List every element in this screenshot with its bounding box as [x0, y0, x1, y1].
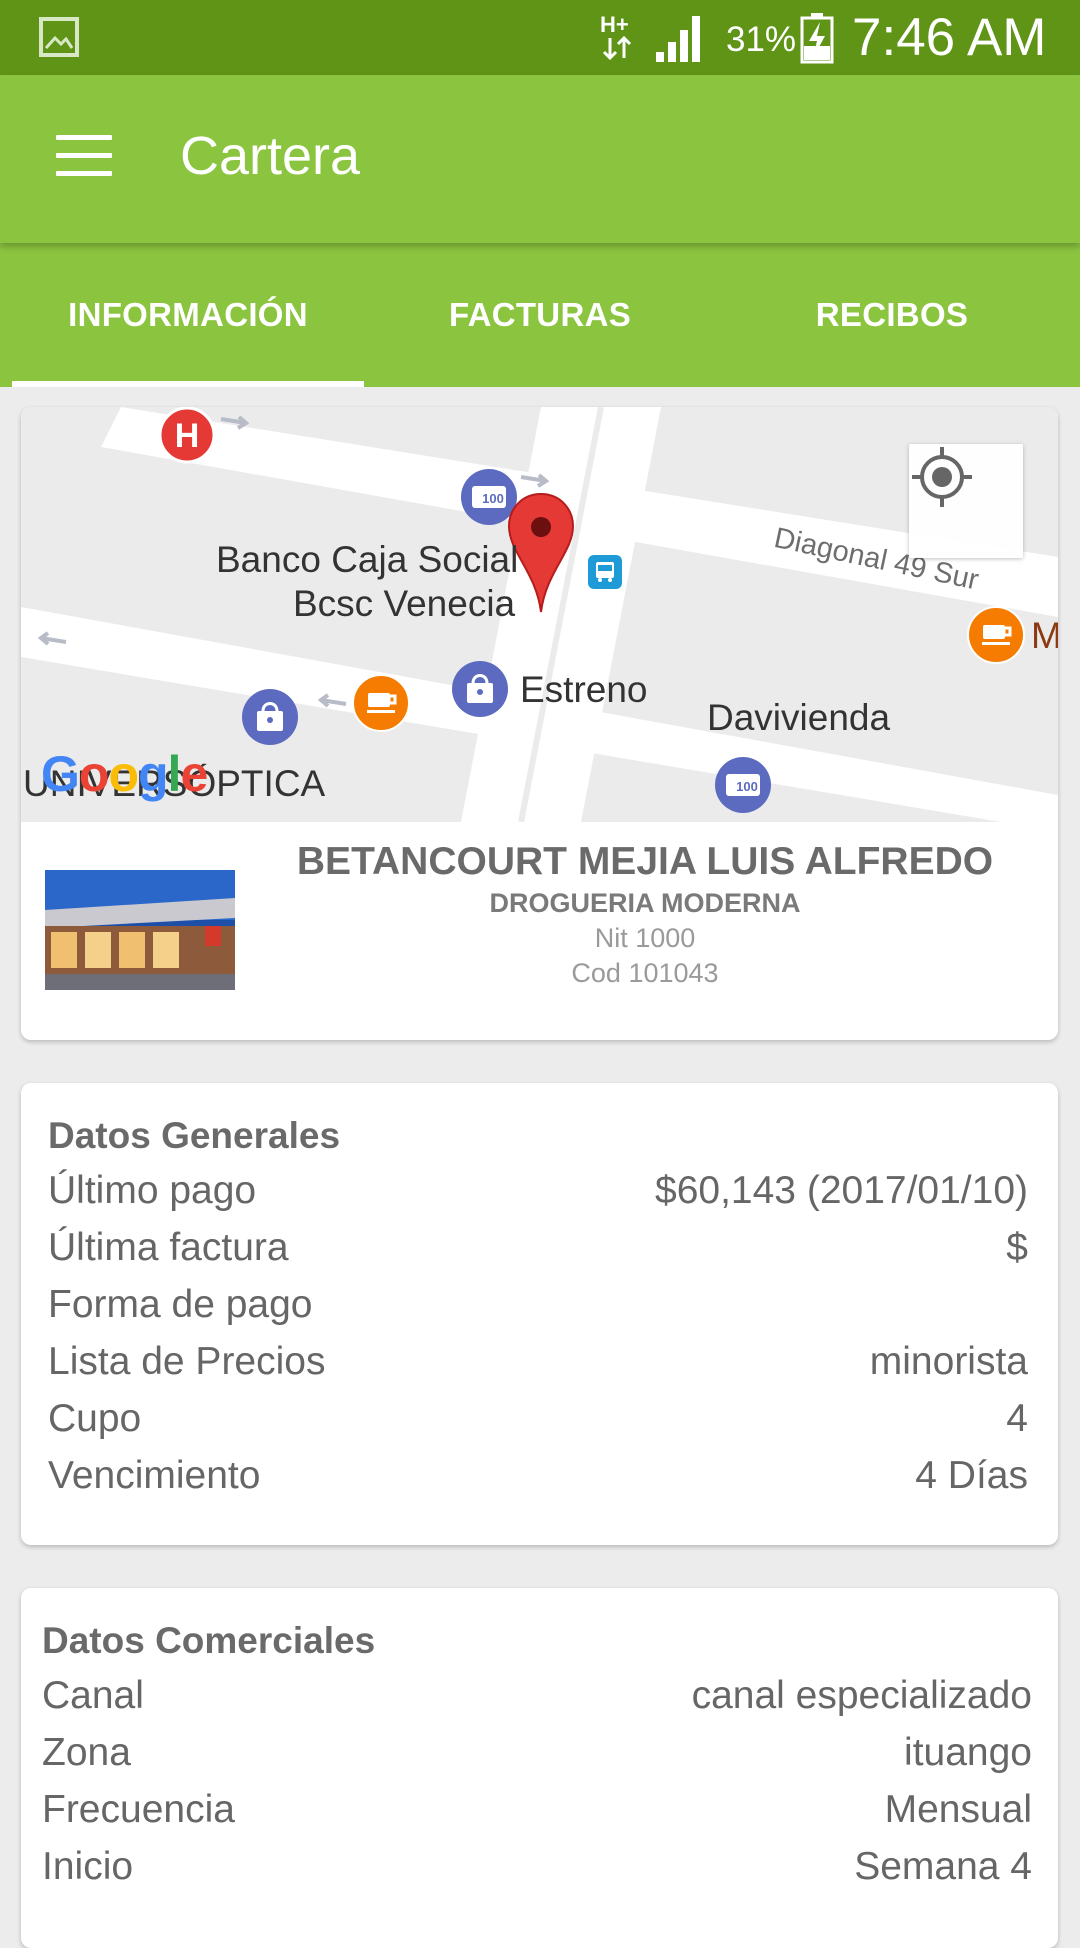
row-label: Zona [42, 1731, 131, 1774]
section-title: Datos Comerciales [42, 1620, 376, 1661]
signal-icon [656, 16, 700, 62]
app-bar: Cartera [0, 75, 1080, 243]
tab-informacion[interactable]: INFORMACIÓN [12, 243, 364, 387]
row-lista-de-precios: Lista de Precios minorista [48, 1340, 1028, 1397]
shopping-bag-icon[interactable] [240, 687, 300, 747]
bus-stop-icon[interactable] [587, 554, 623, 590]
map-label-estreno: Estreno [520, 669, 648, 710]
tab-recibos[interactable]: RECIBOS [716, 243, 1068, 387]
row-value: ituango [904, 1731, 1032, 1774]
hospital-icon[interactable]: H [157, 407, 217, 465]
row-label: Cupo [48, 1397, 142, 1440]
map-label-bank-branch: Bcsc Venecia [293, 583, 516, 624]
row-label: Último pago [48, 1169, 257, 1212]
client-card: H 100 100 Banco Caja Social Bcsc Venecia… [21, 407, 1058, 1040]
row-forma-de-pago: Forma de pago [48, 1283, 1028, 1340]
client-name: BETANCOURT MEJIA LUIS ALFREDO [296, 840, 994, 883]
tab-bar: INFORMACIÓN FACTURAS RECIBOS [0, 243, 1080, 387]
row-canal: Canal canal especializado [42, 1674, 1032, 1731]
row-value: 4 [1006, 1397, 1028, 1440]
row-cupo: Cupo 4 [48, 1397, 1028, 1454]
status-bar: H+ 31% 7:46 AM [0, 0, 1080, 75]
row-value: Mensual [884, 1788, 1032, 1831]
row-frecuencia: Frecuencia Mensual [42, 1788, 1032, 1845]
google-logo: Google [41, 746, 208, 802]
client-cod: Cod 101043 [571, 958, 719, 988]
svg-text:H: H [175, 417, 200, 455]
my-location-button[interactable] [909, 444, 1023, 558]
atm-icon[interactable]: 100 [713, 755, 773, 815]
row-label: Última factura [48, 1226, 289, 1269]
hamburger-menu-icon[interactable] [40, 117, 128, 193]
tab-facturas[interactable]: FACTURAS [364, 243, 716, 387]
gallery-icon [39, 17, 79, 57]
row-label: Lista de Precios [48, 1340, 326, 1383]
map-view[interactable]: H 100 100 Banco Caja Social Bcsc Venecia… [21, 407, 1058, 822]
row-inicio: Inicio Semana 4 [42, 1845, 1032, 1902]
row-zona: Zona ituango [42, 1731, 1032, 1788]
svg-text:100: 100 [482, 491, 504, 506]
shopping-bag-icon[interactable] [450, 659, 510, 719]
clock: 7:46 AM [852, 8, 1047, 67]
svg-text:H+: H+ [600, 12, 629, 37]
row-label: Forma de pago [48, 1283, 313, 1326]
client-business: DROGUERIA MODERNA [489, 888, 801, 918]
cafe-icon[interactable] [351, 673, 411, 733]
row-label: Vencimiento [48, 1454, 261, 1497]
cafe-icon[interactable] [966, 605, 1026, 665]
page-title: Cartera [180, 126, 361, 186]
row-value: minorista [869, 1340, 1028, 1383]
row-value: $60,143 (2017/01/10) [655, 1169, 1028, 1212]
map-label-edge: M [1031, 615, 1058, 656]
row-vencimiento: Vencimiento 4 Días [48, 1454, 1028, 1511]
section-title: Datos Generales [48, 1115, 341, 1156]
row-value: 4 Días [915, 1454, 1028, 1497]
tab-indicator [12, 381, 364, 387]
svg-text:100: 100 [736, 779, 758, 794]
row-ultimo-pago: Último pago $60,143 (2017/01/10) [48, 1169, 1028, 1226]
network-icon: H+ [600, 12, 632, 61]
row-value: canal especializado [691, 1674, 1032, 1717]
client-nit: Nit 1000 [594, 923, 696, 953]
row-label: Inicio [42, 1845, 134, 1888]
map-label-bank: Banco Caja Social [216, 539, 519, 580]
battery-charging-icon [800, 13, 834, 64]
client-photo [45, 870, 235, 990]
map-label-davivienda: Davivienda [707, 697, 891, 738]
commercial-data-card: Datos Comerciales Canal canal especializ… [21, 1588, 1058, 1948]
battery-percent: 31% [726, 20, 797, 59]
row-value: $ [1006, 1226, 1028, 1269]
row-label: Canal [42, 1674, 144, 1717]
row-ultima-factura: Última factura $ [48, 1226, 1028, 1283]
row-value: Semana 4 [854, 1845, 1032, 1888]
row-label: Frecuencia [42, 1788, 235, 1831]
general-data-card: Datos Generales Último pago $60,143 (201… [21, 1083, 1058, 1545]
my-location-icon [912, 447, 972, 507]
